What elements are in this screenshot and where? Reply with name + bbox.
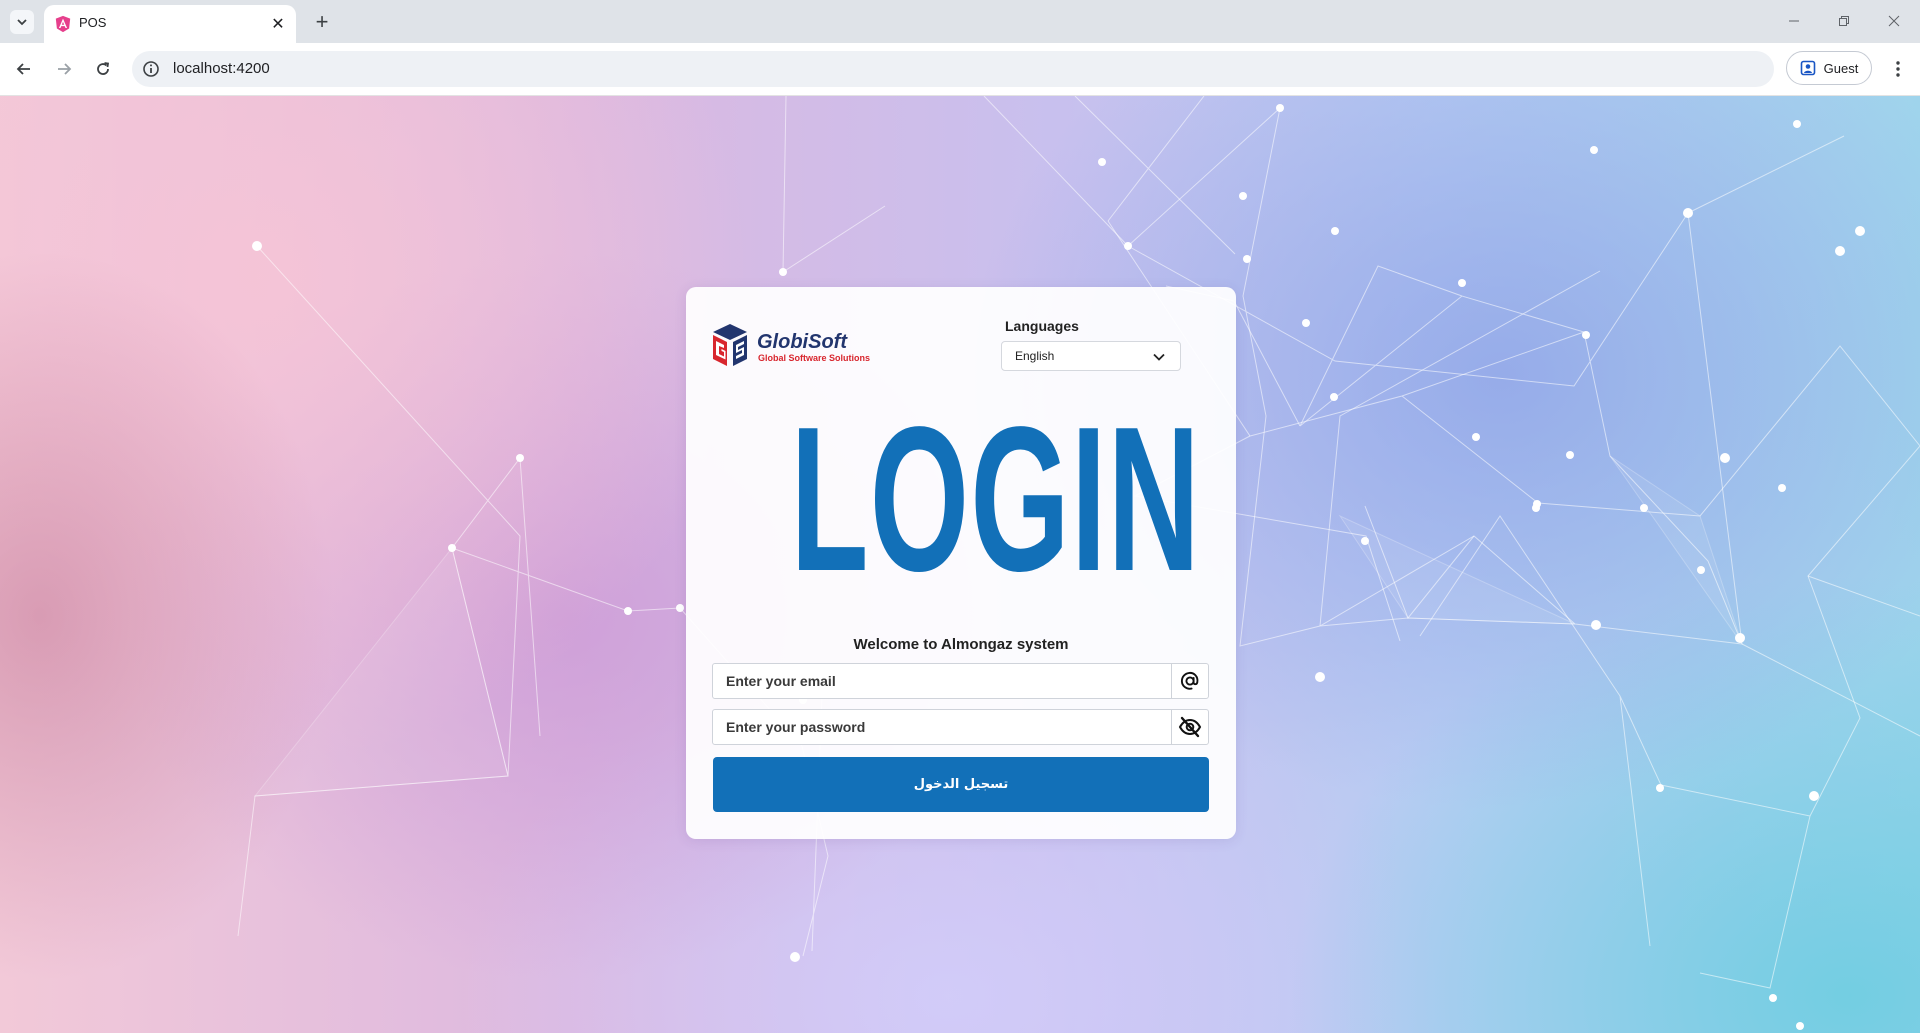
arrow-left-icon — [16, 63, 30, 75]
tab-search-button[interactable] — [10, 10, 34, 34]
forward-button[interactable] — [50, 55, 78, 83]
profile-button[interactable]: Guest — [1786, 51, 1872, 85]
restore-window-button[interactable] — [1824, 8, 1864, 34]
back-button[interactable] — [10, 55, 38, 83]
login-card: GlobiSoft Global Software Solutions Lang… — [686, 287, 1236, 839]
login-submit-button[interactable]: تسجيل الدخول — [713, 757, 1209, 812]
welcome-text: Welcome to Almongaz system — [853, 636, 1069, 653]
at-sign-icon — [1171, 664, 1208, 698]
password-field — [712, 709, 1209, 745]
minimize-window-button[interactable] — [1774, 8, 1814, 34]
minimize-icon — [1789, 20, 1799, 22]
logo-brand-text: GlobiSoft — [757, 331, 848, 353]
angular-favicon-icon — [55, 15, 71, 33]
arrow-right-icon — [58, 63, 72, 75]
browser-tab[interactable]: POS ✕ — [44, 5, 296, 43]
browser-toolbar: localhost:4200 Guest — [0, 43, 1920, 96]
more-vertical-icon — [1896, 61, 1900, 77]
language-select[interactable]: English — [1001, 341, 1181, 371]
profile-label: Guest — [1823, 60, 1859, 76]
close-tab-icon[interactable]: ✕ — [268, 14, 288, 34]
page-viewport: GlobiSoft Global Software Solutions Lang… — [0, 96, 1920, 1033]
restore-icon — [1839, 16, 1849, 26]
logo-tagline-text: Global Software Solutions — [758, 353, 870, 363]
email-input[interactable] — [713, 664, 1171, 698]
languages-label: Languages — [1005, 318, 1079, 334]
address-bar[interactable]: localhost:4200 — [132, 51, 1774, 87]
close-window-button[interactable] — [1874, 8, 1914, 34]
close-icon — [1888, 15, 1900, 27]
login-heading: LOGIN — [790, 384, 1202, 614]
chevron-down-icon — [1153, 353, 1165, 361]
password-input[interactable] — [713, 710, 1171, 744]
site-info-icon[interactable] — [142, 60, 160, 78]
email-field — [712, 663, 1209, 699]
tab-title: POS — [79, 15, 107, 30]
eye-off-icon[interactable] — [1171, 710, 1208, 744]
globisoft-logo: GlobiSoft Global Software Solutions — [713, 324, 870, 366]
reload-button[interactable] — [89, 55, 117, 83]
url-text: localhost:4200 — [173, 60, 270, 77]
profile-icon — [1800, 60, 1815, 76]
language-selected-value: English — [1015, 349, 1055, 363]
new-tab-button[interactable]: + — [310, 9, 334, 34]
reload-icon — [97, 62, 110, 75]
chevron-down-icon — [17, 19, 27, 26]
browser-menu-button[interactable] — [1888, 55, 1908, 83]
browser-tab-strip: POS ✕ + — [0, 0, 1920, 43]
